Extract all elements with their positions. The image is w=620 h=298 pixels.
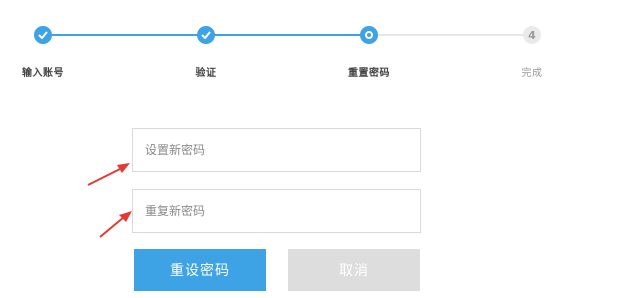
step-connector-2	[206, 34, 369, 36]
step-4-number: 4	[523, 26, 541, 44]
step-2-check-icon	[197, 26, 215, 44]
step-connector-3	[369, 34, 532, 36]
cancel-button[interactable]: 取消	[288, 249, 420, 291]
step-1-check-icon	[34, 26, 52, 44]
annotation-arrow-icon	[99, 211, 132, 238]
step-connector-1	[43, 34, 206, 36]
repeat-password-field[interactable]	[132, 189, 421, 233]
new-password-field[interactable]	[132, 128, 421, 172]
progress-stepper: 4 输入账号 验证 重置密码 完成	[0, 0, 620, 90]
annotation-arrow-icon	[87, 163, 130, 186]
step-3-current-dot-icon	[360, 26, 378, 44]
step-2-label: 验证	[195, 68, 217, 79]
reset-password-button[interactable]: 重设密码	[134, 249, 266, 291]
step-1-label: 输入账号	[22, 68, 64, 79]
step-4-label: 完成	[521, 68, 543, 79]
step-3-label: 重置密码	[348, 68, 390, 79]
